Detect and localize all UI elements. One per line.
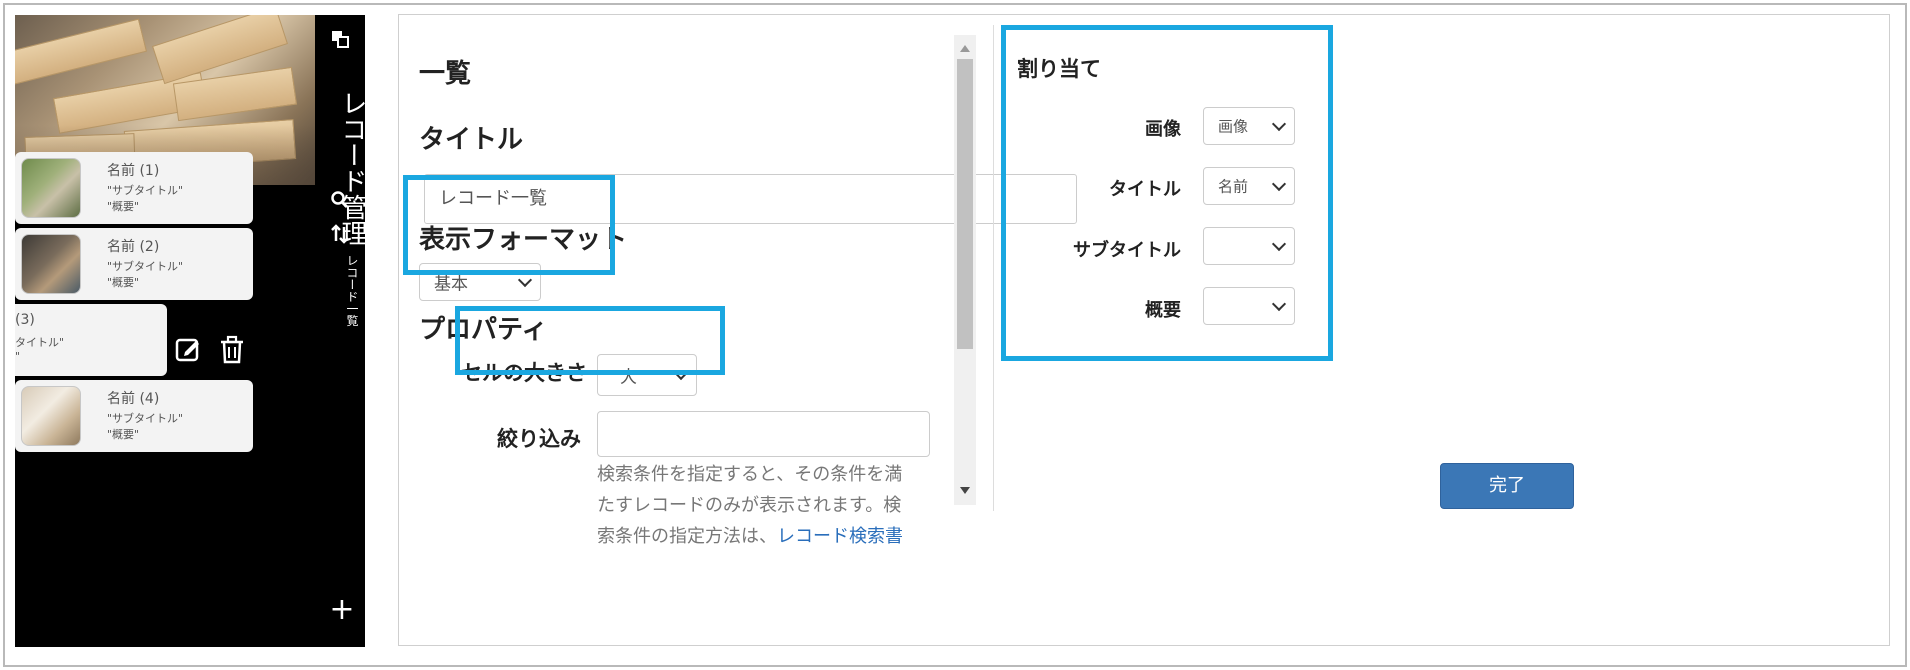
assign-image-value: 画像 [1218,117,1249,136]
app-subtitle-text: レコード一覧 [345,254,359,327]
assign-image-label: 画像 [1145,119,1181,140]
trash-icon[interactable] [215,335,249,369]
record-summary: " [15,350,21,363]
pane-divider [993,25,994,511]
chevron-down-icon [1271,296,1287,312]
help-line: 索条件の指定方法は、 [597,526,777,547]
window-icon[interactable] [315,29,365,53]
record-name: (3) [15,312,35,328]
list-heading: 一覧 [419,59,472,89]
list-item[interactable]: 名前 (2) "サブタイトル" "概要" [15,228,253,300]
chevron-down-icon [517,272,533,288]
list-settings-dialog: 一覧 タイトル レコード一覧 表示フォーマット 基本 プロパティ セルの大きさ … [398,14,1890,646]
scroll-thumb[interactable] [957,59,973,349]
assign-summary-select[interactable] [1203,287,1295,325]
assignment-heading: 割り当て [1017,57,1101,81]
assign-image-select[interactable]: 画像 [1203,107,1295,145]
list-item[interactable]: 名前 (1) "サブタイトル" "概要" [15,152,253,224]
edit-icon[interactable] [171,335,205,369]
chevron-down-icon [1271,176,1287,192]
record-thumbnail [21,234,81,294]
help-line: 検索条件を指定すると、その条件を満 [597,464,903,485]
record-subtitle: "サブタイトル" [107,412,184,425]
settings-scrollbar[interactable] [954,35,976,505]
display-format-highlight [403,175,615,275]
assign-title-select[interactable]: 名前 [1203,167,1295,205]
record-thumbnail [21,158,81,218]
assign-summary-label: 概要 [1145,300,1181,321]
help-line: たすレコードのみが表示されます。検 [597,495,902,516]
record-name: 名前 (4) [107,391,160,407]
list-item-swiped[interactable]: (3) タイトル" " [15,304,167,376]
filter-label: 絞り込み [497,427,581,451]
filter-input[interactable] [597,411,930,457]
mobile-preview: レコード管理 レコード一覧 名前 (1) "サブタイトル" "概要" 名前 (2… [15,15,365,647]
record-summary: "概要" [107,276,140,289]
record-name: 名前 (1) [107,163,160,179]
record-subtitle: タイトル" [15,336,65,349]
record-name: 名前 (2) [107,239,160,255]
record-summary: "概要" [107,200,140,213]
search-icon[interactable] [315,190,365,215]
filter-help-text: 検索条件を指定すると、その条件を満 たすレコードのみが表示されます。検 索条件の… [597,459,937,552]
record-thumbnail [21,386,81,446]
chevron-down-icon [1271,116,1287,132]
record-subtitle: "サブタイトル" [107,260,184,273]
record-search-doc-link[interactable]: レコード検索書 [777,526,903,547]
record-summary: "概要" [107,428,140,441]
assign-title-label: タイトル [1109,179,1181,200]
scroll-down-icon[interactable] [960,487,970,494]
assign-subtitle-label: サブタイトル [1073,240,1181,261]
preview-side-rail: レコード管理 レコード一覧 [315,15,365,647]
record-subtitle: "サブタイトル" [107,184,184,197]
chevron-down-icon [1271,236,1287,252]
assign-subtitle-select[interactable] [1203,227,1295,265]
assign-title-value: 名前 [1218,177,1249,196]
add-record-button[interactable]: + [327,595,357,625]
title-heading: タイトル [419,125,524,155]
sort-icon[interactable] [315,223,365,250]
list-item[interactable]: 名前 (4) "サブタイトル" "概要" [15,380,253,452]
done-button[interactable]: 完了 [1440,463,1574,509]
scroll-up-icon[interactable] [960,45,970,52]
cell-size-highlight [455,306,725,375]
